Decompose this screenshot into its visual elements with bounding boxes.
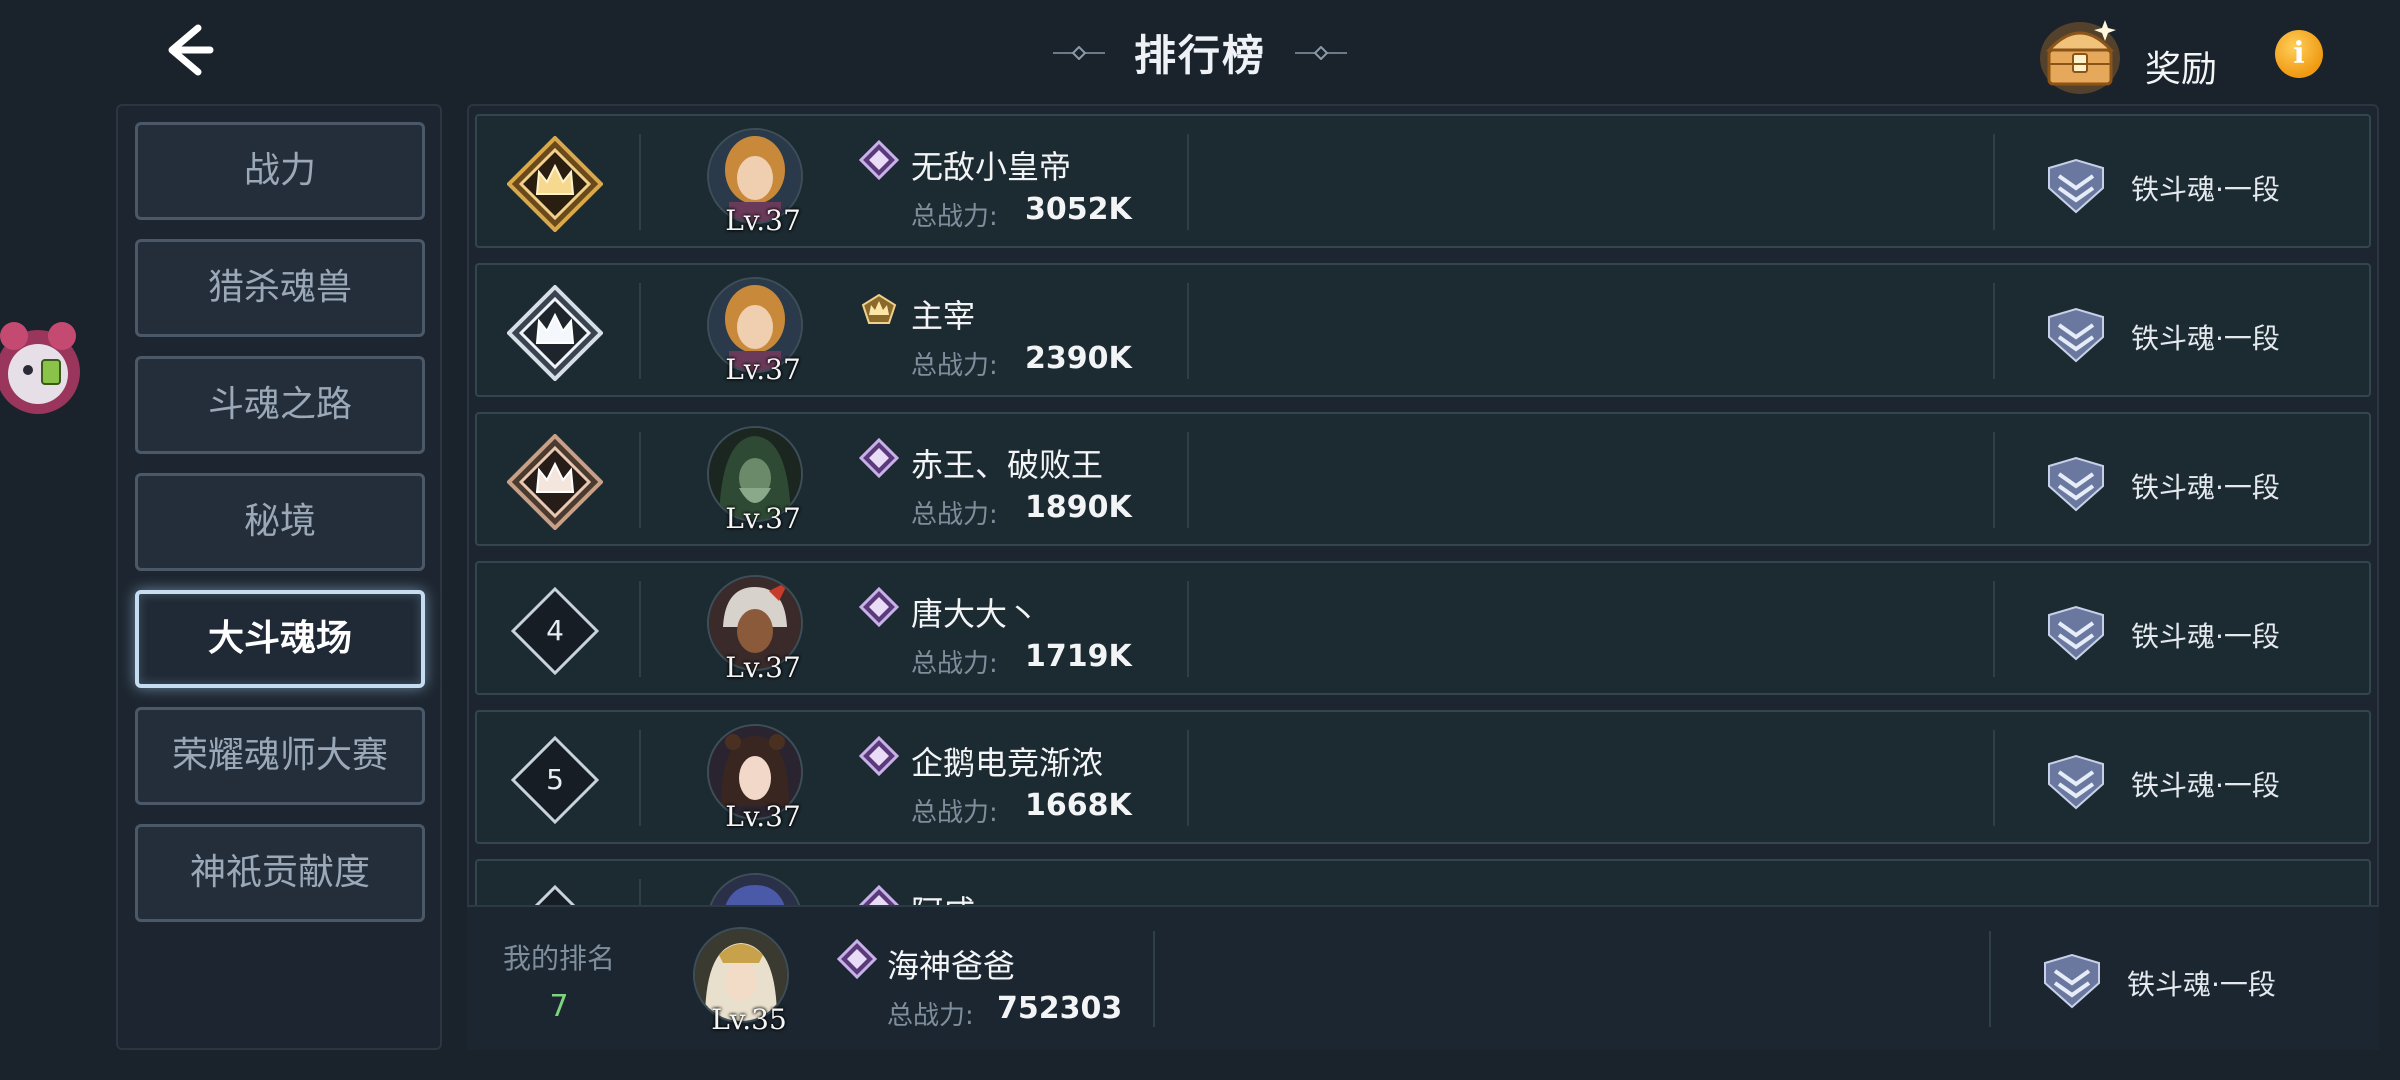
my-power-label: 总战力: xyxy=(887,1001,974,1031)
player-name: 赤王、破败王 xyxy=(911,446,1104,484)
player-name: 无敌小皇帝 xyxy=(911,148,1072,186)
iron-rank-shield-icon xyxy=(2048,456,2104,512)
row-divider xyxy=(1187,730,1189,826)
tier-purple-diamond-icon xyxy=(859,438,899,478)
info-icon[interactable]: i xyxy=(2275,30,2323,78)
my-rank-tier-label: 铁斗魂·一段 xyxy=(2127,968,2276,1001)
my-name: 海神爸爸 xyxy=(887,947,1016,985)
category-soul-road[interactable]: 斗魂之路 xyxy=(135,356,425,454)
treasure-chest-icon xyxy=(2040,20,2120,94)
ranking-row[interactable]: 4 Lv.37 唐大大丶 总战力: 1719K 铁斗魂·一段 xyxy=(475,561,2371,695)
row-divider xyxy=(1187,134,1189,230)
row-divider xyxy=(1993,432,1995,528)
player-level: Lv.37 xyxy=(725,502,801,535)
power-value: 1719K xyxy=(1025,639,1132,674)
row-divider xyxy=(1993,581,1995,677)
title-ornament-left-icon xyxy=(1052,45,1105,60)
category-grand-arena[interactable]: 大斗魂场 xyxy=(135,590,425,688)
power-label: 总战力: xyxy=(911,798,998,828)
power-value: 3052K xyxy=(1025,192,1132,227)
rank-silver-crown-badge-icon xyxy=(507,285,603,381)
iron-rank-shield-icon xyxy=(2044,953,2100,1009)
rank-tier-label: 铁斗魂·一段 xyxy=(2131,620,2280,653)
rank-tier-label: 铁斗魂·一段 xyxy=(2131,471,2280,504)
ranking-row[interactable]: Lv.37 赤王、破败王 总战力: 1890K 铁斗魂·一段 xyxy=(475,412,2371,546)
category-power[interactable]: 战力 xyxy=(135,122,425,220)
tier-purple-diamond-icon xyxy=(859,140,899,180)
tier-gold-crown-icon xyxy=(861,293,897,324)
row-divider xyxy=(1993,730,1995,826)
row-divider xyxy=(1187,581,1189,677)
rank-number: 5 xyxy=(546,763,564,796)
row-divider xyxy=(639,432,641,528)
iron-rank-shield-icon xyxy=(2048,605,2104,661)
row-divider xyxy=(639,283,641,379)
row-divider xyxy=(639,581,641,677)
category-hunt-soul-beast[interactable]: 猎杀魂兽 xyxy=(135,239,425,337)
power-label: 总战力: xyxy=(911,351,998,381)
my-power-value: 752303 xyxy=(997,991,1123,1026)
power-label: 总战力: xyxy=(911,500,998,530)
player-name: 唐大大丶 xyxy=(911,595,1040,633)
player-level: Lv.37 xyxy=(725,651,801,684)
row-divider xyxy=(639,730,641,826)
iron-rank-shield-icon xyxy=(2048,754,2104,810)
player-level: Lv.37 xyxy=(725,800,801,833)
my-rank-label: 我的排名 xyxy=(503,942,616,975)
floating-companion-icon[interactable] xyxy=(0,310,86,428)
category-glory-tournament[interactable]: 荣耀魂师大赛 xyxy=(135,707,425,805)
row-divider xyxy=(1993,134,1995,230)
ranking-row[interactable]: Lv.37 主宰 总战力: 2390K 铁斗魂·一段 xyxy=(475,263,2371,397)
iron-rank-shield-icon xyxy=(2048,158,2104,214)
row-divider xyxy=(1153,931,1155,1027)
row-divider xyxy=(1989,931,1991,1027)
rank-bronze-crown-badge-icon xyxy=(507,434,603,530)
category-secret-realm[interactable]: 秘境 xyxy=(135,473,425,571)
player-level: Lv.37 xyxy=(725,353,801,386)
my-level: Lv.35 xyxy=(711,1003,787,1036)
tier-purple-diamond-icon xyxy=(859,736,899,776)
row-divider xyxy=(1187,432,1189,528)
row-divider xyxy=(1993,283,1995,379)
power-label: 总战力: xyxy=(911,202,998,232)
power-value: 2390K xyxy=(1025,341,1132,376)
category-sidebar: 战力 猎杀魂兽 斗魂之路 秘境 大斗魂场 荣耀魂师大赛 神祇贡献度 xyxy=(116,104,442,1050)
power-label: 总战力: xyxy=(911,649,998,679)
rank-gold-crown-badge-icon xyxy=(507,136,603,232)
ranking-row[interactable]: Lv.37 无敌小皇帝 总战力: 3052K 铁斗魂·一段 xyxy=(475,114,2371,248)
power-value: 1890K xyxy=(1025,490,1132,525)
title-ornament-right-icon xyxy=(1295,45,1348,60)
iron-rank-shield-icon xyxy=(2048,307,2104,363)
my-rank-bar: 我的排名 7 Lv.35 海神爸爸 总战力: 752303 铁斗魂·一段 xyxy=(467,905,2379,1050)
category-god-contribution[interactable]: 神祇贡献度 xyxy=(135,824,425,922)
row-divider xyxy=(639,134,641,230)
player-name: 企鹅电竞渐浓 xyxy=(911,744,1104,782)
my-rank-value: 7 xyxy=(549,989,569,1024)
rank-tier-label: 铁斗魂·一段 xyxy=(2131,173,2280,206)
rank-number: 4 xyxy=(546,614,564,647)
page-title: 排行榜 xyxy=(1133,31,1266,80)
reward-label: 奖励 xyxy=(2145,49,2218,90)
rank-tier-label: 铁斗魂·一段 xyxy=(2131,322,2280,355)
power-value: 1668K xyxy=(1025,788,1132,823)
tier-purple-diamond-icon xyxy=(837,939,877,979)
row-divider xyxy=(1187,283,1189,379)
ranking-row[interactable]: 5 Lv.37 企鹅电竞渐浓 总战力: 1668K 铁斗魂·一段 xyxy=(475,710,2371,844)
tier-purple-diamond-icon xyxy=(859,587,899,627)
reward-button[interactable]: 奖励 xyxy=(2035,10,2225,100)
rank-tier-label: 铁斗魂·一段 xyxy=(2131,769,2280,802)
player-level: Lv.37 xyxy=(725,204,801,237)
player-name: 主宰 xyxy=(911,297,976,335)
